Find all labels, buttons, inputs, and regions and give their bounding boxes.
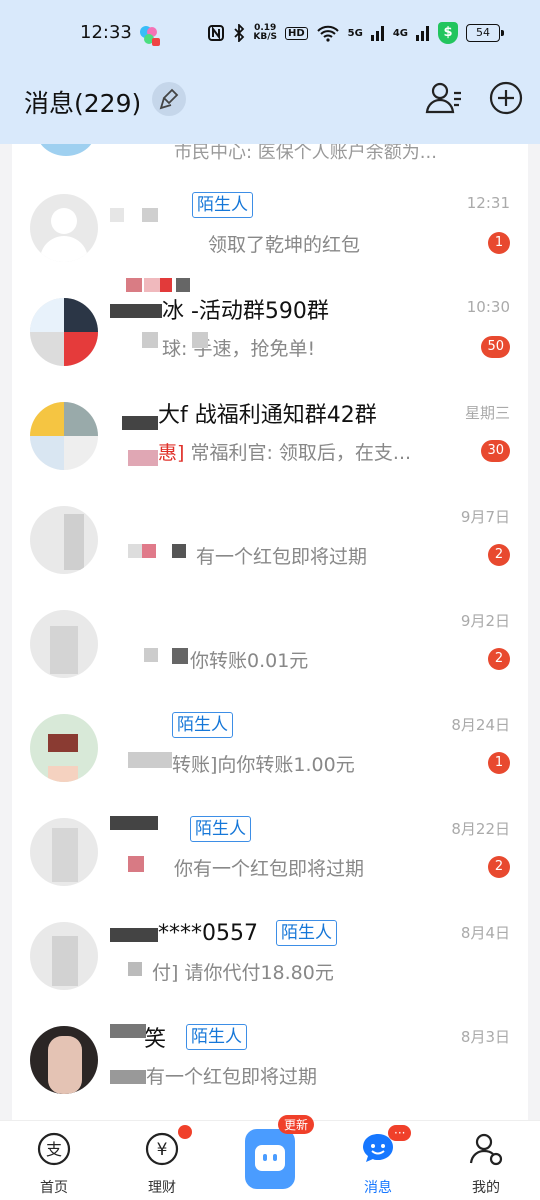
list-item[interactable]: 陌生人 12:31 领取了乾坤的红包 1 <box>12 180 528 292</box>
contact-name: 大f 战福利通知群42群 <box>158 403 377 428</box>
svg-text:¥: ¥ <box>157 1140 168 1160</box>
shield-icon: $ <box>438 22 458 44</box>
message-time: 星期三 <box>464 404 510 422</box>
avatar[interactable] <box>30 610 98 678</box>
status-bar: 12:33 0.19 KB/S HD 5G 4G $ 54 <box>0 0 540 70</box>
message-preview: 转账]向你转账1.00元 <box>172 754 355 776</box>
message-preview: 球: 手速，抢免单! <box>162 338 316 360</box>
alipay-home-icon: 支 <box>37 1132 71 1166</box>
message-preview: 付] 请你代付18.80元 <box>152 962 334 984</box>
message-time: 8月4日 <box>460 924 510 942</box>
contact-name: 陌生人 <box>172 710 233 740</box>
message-preview: 有一个红包即将过期 <box>146 1066 318 1088</box>
tab-profile[interactable]: 我的 <box>446 1129 526 1199</box>
more-badge: ··· <box>388 1125 412 1141</box>
contact-name: 陌生人 <box>122 190 253 220</box>
stranger-tag: 陌生人 <box>192 192 253 218</box>
hd-indicator: HD <box>284 26 308 40</box>
message-time: 8月3日 <box>460 1028 510 1046</box>
avatar[interactable] <box>30 194 98 262</box>
message-time: 10:30 <box>466 298 510 316</box>
stranger-tag: 陌生人 <box>172 712 233 738</box>
message-time: 8月22日 <box>451 820 510 838</box>
message-time: 8月24日 <box>451 716 510 734</box>
contact-name: ****0557 陌生人 <box>158 918 337 948</box>
message-time: 12:31 <box>466 194 510 212</box>
list-item[interactable]: 9月2日 你转账0.01元 2 <box>12 596 528 700</box>
avatar[interactable] <box>30 506 98 574</box>
notification-dot <box>178 1125 192 1139</box>
unread-badge: 30 <box>481 440 510 462</box>
network-5g: 5G <box>347 27 363 39</box>
unread-badge: 1 <box>488 232 510 254</box>
avatar <box>36 144 96 156</box>
stranger-tag: 陌生人 <box>190 816 251 842</box>
update-badge: 更新 <box>278 1115 315 1134</box>
tab-wealth[interactable]: ¥ 理财 <box>122 1125 202 1199</box>
list-item[interactable]: 9月7日 有一个红包即将过期 2 <box>12 492 528 596</box>
message-preview: 领取了乾坤的红包 <box>208 234 361 256</box>
unread-badge: 2 <box>488 648 510 670</box>
yuan-wealth-icon: ¥ <box>145 1132 179 1166</box>
group-avatar[interactable] <box>30 402 98 470</box>
nfc-icon <box>208 25 225 41</box>
tab-label: 消息 <box>364 1180 392 1196</box>
avatar[interactable] <box>30 1026 98 1094</box>
network-speed: 0.19 KB/S <box>253 23 277 42</box>
list-item[interactable]: 冰 -活动群590群 10:30 球: 手速，抢免单! 50 <box>12 284 528 388</box>
tab-label: 首页 <box>40 1180 68 1196</box>
contacts-icon[interactable] <box>424 80 464 116</box>
message-preview: 市民中心: 医保个人账户余额为... <box>174 144 437 163</box>
status-time: 12:33 <box>80 22 132 43</box>
header: 消息(229) <box>0 70 540 144</box>
app-notification-icon <box>140 26 160 46</box>
unread-badge: 2 <box>488 544 510 566</box>
message-preview: 惠] 常福利官: 领取后，在支... <box>158 442 412 464</box>
tab-label: 我的 <box>472 1180 500 1196</box>
add-icon[interactable] <box>488 80 524 116</box>
battery-icon: 54 <box>466 24 504 42</box>
message-time: 9月2日 <box>460 612 510 630</box>
bottom-tab-bar: 支 首页 ¥ 理财 更新 消息 ··· 我的 <box>0 1115 540 1200</box>
group-avatar[interactable] <box>30 298 98 366</box>
tab-messages[interactable]: 消息 ··· <box>338 1125 418 1199</box>
contact-name: 笑陌生人 <box>144 1022 248 1052</box>
unread-badge: 1 <box>488 752 510 774</box>
stranger-tag: 陌生人 <box>186 1024 248 1050</box>
message-preview: 有一个红包即将过期 <box>196 546 368 568</box>
unread-badge: 2 <box>488 856 510 878</box>
broom-icon[interactable] <box>152 82 186 116</box>
message-list[interactable]: 市民中心: 医保个人账户余额为... 陌生人 12:31 领取了乾坤的红包 1 … <box>12 144 528 1120</box>
unread-badge: 50 <box>481 336 510 358</box>
page-title: 消息(229) <box>24 89 139 118</box>
svg-text:支: 支 <box>46 1140 62 1159</box>
signal-icon-2 <box>416 26 429 41</box>
list-item[interactable]: 大f 战福利通知群42群 星期三 惠] 常福利官: 领取后，在支... 30 <box>12 388 528 492</box>
list-item-partial[interactable]: 市民中心: 医保个人账户余额为... <box>12 144 528 168</box>
contact-name: 陌生人 <box>122 814 251 844</box>
message-preview: 你有一个红包即将过期 <box>174 858 365 880</box>
signal-icon <box>370 26 384 41</box>
assistant-button[interactable] <box>245 1129 295 1189</box>
assistant-icon <box>255 1145 285 1171</box>
wifi-icon <box>316 25 339 42</box>
avatar[interactable] <box>30 922 98 990</box>
status-icons: 0.19 KB/S HD 5G 4G $ 54 <box>207 22 504 44</box>
network-4g: 4G <box>392 27 408 39</box>
stranger-tag: 陌生人 <box>276 920 337 946</box>
contact-name: 冰 -活动群590群 <box>162 299 329 324</box>
message-preview: 你转账0.01元 <box>190 650 309 672</box>
list-item[interactable]: 陌生人 8月24日 转账]向你转账1.00元 1 <box>12 700 528 804</box>
bluetooth-icon <box>234 24 245 42</box>
tab-home[interactable]: 支 首页 <box>14 1129 94 1199</box>
tab-label: 理财 <box>148 1180 176 1196</box>
list-item[interactable]: ****0557 陌生人 8月4日 付] 请你代付18.80元 <box>12 908 528 1012</box>
message-time: 9月7日 <box>460 508 510 526</box>
profile-icon <box>469 1133 503 1166</box>
list-item[interactable]: 陌生人 8月22日 你有一个红包即将过期 2 <box>12 804 528 908</box>
avatar[interactable] <box>30 714 98 782</box>
list-item[interactable]: 笑陌生人 8月3日 有一个红包即将过期 <box>12 1012 528 1116</box>
avatar[interactable] <box>30 818 98 886</box>
